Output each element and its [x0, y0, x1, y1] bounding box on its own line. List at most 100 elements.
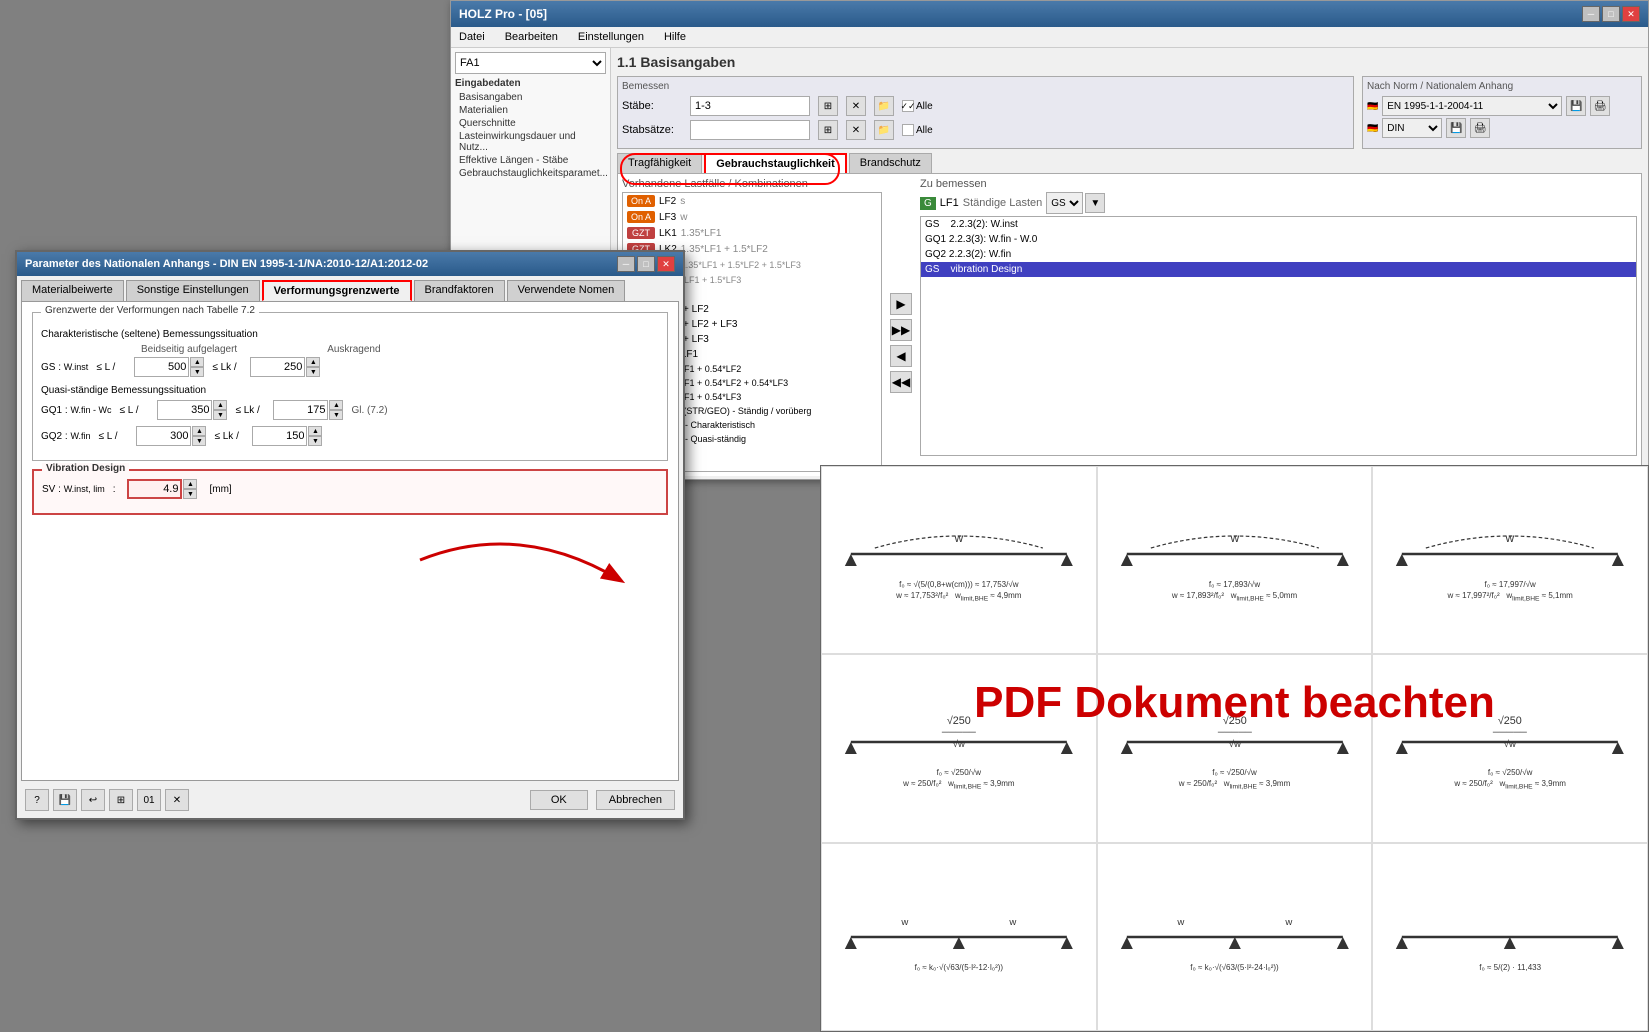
gq1-label: GQ1 : W.fin - Wc	[41, 405, 111, 416]
tree-basisangaben[interactable]: Basisangaben	[455, 91, 606, 104]
gq1-val1-input[interactable]	[157, 400, 212, 420]
tab-gebrauch[interactable]: Gebrauchstauglichkeit	[704, 153, 847, 173]
zb-item-1[interactable]: GQ1 2.2.3(3): W.fin - W.0	[921, 232, 1636, 247]
param-tab-brand[interactable]: Brandfaktoren	[414, 280, 505, 301]
param-icon5[interactable]: 01	[137, 789, 161, 811]
gq1-input2-row: ▲ ▼	[273, 400, 343, 420]
gq2-grenz-row: GQ2 : W.fin ≤ L / ▲ ▼ ≤ Lk / ▲ ▼	[41, 426, 659, 446]
gq1-spin2-down[interactable]: ▼	[329, 410, 343, 420]
arrow-right-dbl-btn[interactable]: ▶▶	[890, 319, 912, 341]
ok-btn[interactable]: OK	[530, 790, 588, 810]
tab-brandschutz[interactable]: Brandschutz	[849, 153, 932, 173]
gs-spin1-up[interactable]: ▲	[190, 357, 204, 367]
tree-gebrauchs[interactable]: Gebrauchstauglichkeitsparamet...	[455, 167, 606, 180]
vibration-section: Vibration Design SV : W.inst, lim : ▲ ▼ …	[32, 469, 668, 515]
stabsaetze-icon2[interactable]: ✕	[846, 120, 866, 140]
param-close-btn[interactable]: ✕	[657, 256, 675, 272]
lf-item-0[interactable]: On A LF2 s	[623, 193, 881, 209]
sv-spin-up[interactable]: ▲	[183, 479, 197, 489]
gq2-spin2-up[interactable]: ▲	[308, 426, 322, 436]
sv-spin-down[interactable]: ▼	[183, 489, 197, 499]
staebe-input[interactable]	[690, 96, 810, 116]
zb-item-3[interactable]: GS vibration Design	[921, 262, 1636, 277]
param-icon3[interactable]: ↩	[81, 789, 105, 811]
sv-value-input[interactable]	[127, 479, 182, 499]
gq1-spin1-up[interactable]: ▲	[213, 400, 227, 410]
norm-icon1[interactable]: 💾	[1566, 96, 1586, 116]
param-tab-verform[interactable]: Verformungsgrenzwerte	[262, 280, 412, 301]
pdf-formula-2b: w ≈ 17,997²/f₀² wlimit,BHE ≈ 5,1mm	[1448, 591, 1573, 603]
gq1-spin1-down[interactable]: ▼	[213, 410, 227, 420]
alle-cb1[interactable]: ✓	[902, 100, 914, 112]
param-icon4[interactable]: ⊞	[109, 789, 133, 811]
col-ausl: Auskragend	[327, 344, 380, 355]
sv-colon: :	[113, 484, 116, 495]
alle-checkbox2[interactable]: Alle	[902, 124, 933, 136]
pdf-formula-5a: f₀ ≈ √250/√w	[1488, 768, 1533, 777]
gq2-spin2-down[interactable]: ▼	[308, 436, 322, 446]
zb-item-0[interactable]: GS 2.2.3(2): W.inst	[921, 217, 1636, 232]
gq1-gl: Gl. (7.2)	[351, 405, 387, 416]
gs-spin2-up[interactable]: ▲	[306, 357, 320, 367]
tree-materialien[interactable]: Materialien	[455, 104, 606, 117]
lf-item-2[interactable]: GZT LK1 1.35*LF1	[623, 225, 881, 241]
gs-select[interactable]: GS	[1046, 192, 1083, 214]
gq2-spin2: ▲ ▼	[308, 426, 322, 446]
svg-text:w: w	[1284, 917, 1292, 928]
staebe-icon3[interactable]: 📁	[874, 96, 894, 116]
gq1-spin2-up[interactable]: ▲	[329, 400, 343, 410]
din-icon2[interactable]: 🖨	[1470, 118, 1490, 138]
gs-val2-input[interactable]	[250, 357, 305, 377]
stabsaetze-icon1[interactable]: ⊞	[818, 120, 838, 140]
gq2-val2-input[interactable]	[252, 426, 307, 446]
lf-item-1[interactable]: On A LF3 w	[623, 209, 881, 225]
sv-input-row: ▲ ▼	[127, 479, 197, 499]
nach-norm-title: Nach Norm / Nationalem Anhang	[1367, 81, 1637, 92]
fa-dropdown[interactable]: FA1	[455, 52, 606, 74]
menu-hilfe[interactable]: Hilfe	[660, 29, 690, 45]
param-icon6[interactable]: ✕	[165, 789, 189, 811]
gq2-spin1-up[interactable]: ▲	[192, 426, 206, 436]
menu-datei[interactable]: Datei	[455, 29, 489, 45]
gs-val1-input[interactable]	[134, 357, 189, 377]
staebe-icon2[interactable]: ✕	[846, 96, 866, 116]
menu-einstellungen[interactable]: Einstellungen	[574, 29, 648, 45]
menu-bearbeiten[interactable]: Bearbeiten	[501, 29, 562, 45]
gs-spin2-down[interactable]: ▼	[306, 367, 320, 377]
cancel-btn[interactable]: Abbrechen	[596, 790, 675, 810]
zb-item-2[interactable]: GQ2 2.2.3(2): W.fin	[921, 247, 1636, 262]
lf-badge-0: On A	[627, 195, 655, 207]
gs-spin1-down[interactable]: ▼	[190, 367, 204, 377]
gq1-val2-input[interactable]	[273, 400, 328, 420]
param-tab-normen[interactable]: Verwendete Nomen	[507, 280, 626, 301]
tab-tragfahigkeit[interactable]: Tragfähigkeit	[617, 153, 702, 173]
stabsaetze-icon3[interactable]: 📁	[874, 120, 894, 140]
alle-checkbox1[interactable]: ✓ Alle	[902, 100, 933, 112]
gs-icon[interactable]: ▼	[1085, 193, 1105, 213]
param-tab-sonstige[interactable]: Sonstige Einstellungen	[126, 280, 260, 301]
tree-effektive[interactable]: Effektive Längen - Stäbe	[455, 154, 606, 167]
norm-icon2[interactable]: 🖨	[1590, 96, 1610, 116]
alle-cb2[interactable]	[902, 124, 914, 136]
param-minimize-btn[interactable]: ─	[617, 256, 635, 272]
svg-text:√250: √250	[1498, 715, 1522, 727]
param-icon2[interactable]: 💾	[53, 789, 77, 811]
din-icon1[interactable]: 💾	[1446, 118, 1466, 138]
minimize-btn[interactable]: ─	[1582, 6, 1600, 22]
tree-querschnitte[interactable]: Querschnitte	[455, 117, 606, 130]
norm-select[interactable]: EN 1995-1-1-2004-11	[1382, 96, 1562, 116]
arrow-right-btn[interactable]: ▶	[890, 293, 912, 315]
tree-lasteinwirkung[interactable]: Lasteinwirkungsdauer und Nutz...	[455, 130, 606, 154]
gq2-spin1-down[interactable]: ▼	[192, 436, 206, 446]
param-restore-btn[interactable]: □	[637, 256, 655, 272]
staebe-icon1[interactable]: ⊞	[818, 96, 838, 116]
param-icon1[interactable]: ?	[25, 789, 49, 811]
close-btn[interactable]: ✕	[1622, 6, 1640, 22]
gq2-val1-input[interactable]	[136, 426, 191, 446]
restore-btn[interactable]: □	[1602, 6, 1620, 22]
param-tab-material[interactable]: Materialbeiwerte	[21, 280, 124, 301]
din-select[interactable]: DIN	[1382, 118, 1442, 138]
arrow-left-dbl-btn[interactable]: ◀◀	[890, 371, 912, 393]
arrow-left-btn[interactable]: ◀	[890, 345, 912, 367]
stabsaetze-input[interactable]	[690, 120, 810, 140]
